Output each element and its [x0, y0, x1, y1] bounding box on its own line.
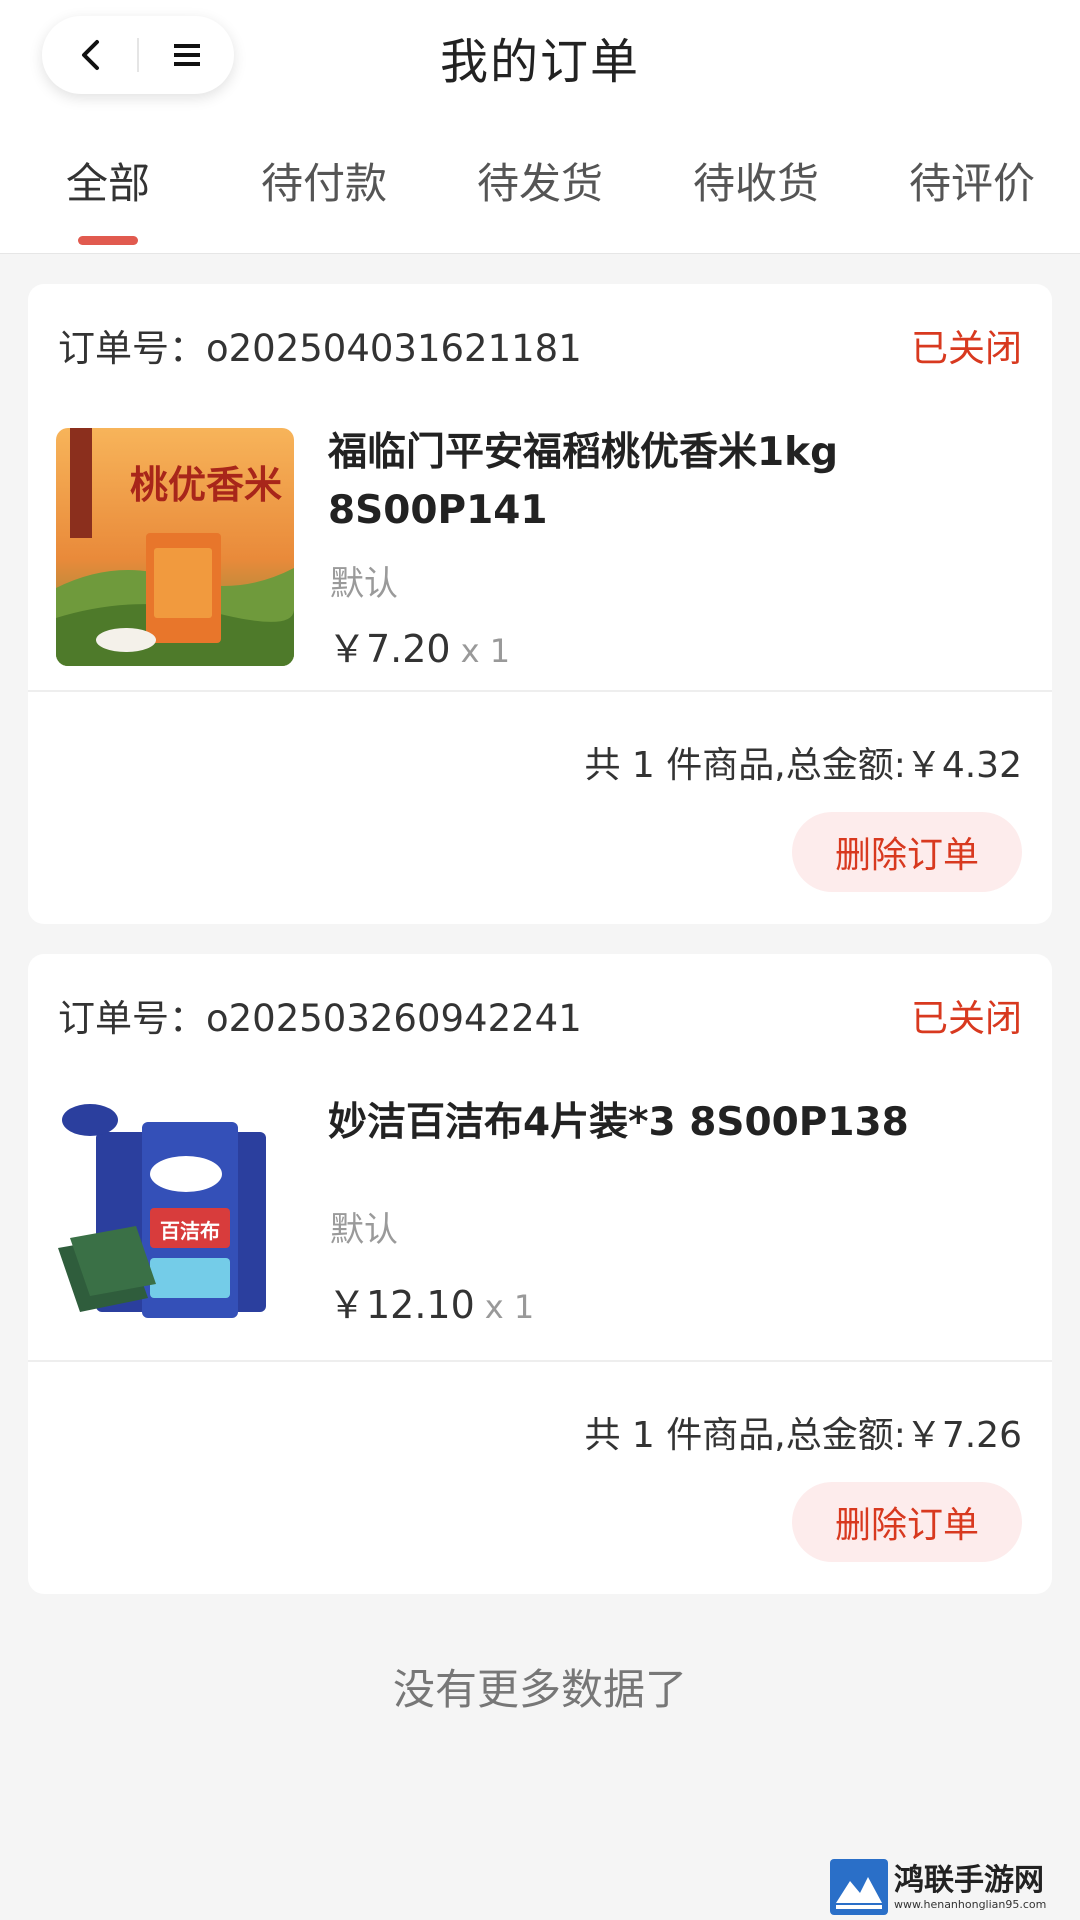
- watermark-text: 鸿联手游网 www.henanhonglian95.com: [894, 1862, 1047, 1911]
- rice-product-image: 桃优香米: [56, 428, 294, 666]
- delete-order-button[interactable]: 删除订单: [792, 812, 1022, 892]
- no-more-data-text: 没有更多数据了: [392, 1665, 687, 1714]
- watermark: 鸿联手游网 www.henanhonglian95.com: [830, 1858, 1074, 1916]
- product-image-text: 百洁布: [160, 1219, 220, 1243]
- product-price-row: ￥12.10 x 1: [328, 1274, 534, 1329]
- product-spec: 默认: [330, 1210, 398, 1250]
- order-tabs: 全部 待付款 待发货 待收货 待评价: [0, 150, 1080, 230]
- product-thumbnail[interactable]: 百洁布: [56, 1098, 294, 1336]
- product-title[interactable]: 福临门平安福稻桃优香米1kg 8S00P141: [328, 424, 1018, 540]
- product-thumbnail[interactable]: 桃优香米: [56, 428, 294, 666]
- order-summary: 共 1 件商品,总金额:￥4.32: [584, 745, 1022, 786]
- product-spec: 默认: [330, 564, 398, 604]
- product-price-row: ￥7.20 x 1: [328, 618, 510, 673]
- tab-pending-shipment[interactable]: 待发货: [440, 150, 640, 211]
- watermark-main: 鸿联手游网: [894, 1862, 1044, 1898]
- order-status: 已关闭: [911, 997, 1022, 1040]
- tab-all[interactable]: 全部: [8, 150, 208, 211]
- order-header: 订单号：o202504031621181 已关闭: [58, 318, 1022, 370]
- card-divider: [28, 1360, 1052, 1362]
- product-price: ￥12.10: [328, 1283, 475, 1327]
- tab-pending-payment[interactable]: 待付款: [224, 150, 424, 211]
- watermark-logo-icon: [830, 1859, 888, 1915]
- top-header: 我的订单 全部 待付款 待发货 待收货 待评价: [0, 0, 1080, 254]
- watermark-url: www.henanhonglian95.com: [894, 1897, 1047, 1911]
- card-divider: [28, 690, 1052, 692]
- order-summary: 共 1 件商品,总金额:￥7.26: [584, 1415, 1022, 1456]
- tab-pending-review[interactable]: 待评价: [872, 150, 1072, 211]
- order-card: 订单号：o202503260942241 已关闭 百洁布 妙洁百洁布4片装*3 …: [28, 954, 1052, 1594]
- active-tab-indicator: [78, 236, 138, 245]
- product-price: ￥7.20: [328, 627, 451, 671]
- tab-pending-receipt[interactable]: 待收货: [656, 150, 856, 211]
- order-status: 已关闭: [911, 327, 1022, 370]
- product-image-text: 桃优香米: [130, 462, 282, 507]
- product-title[interactable]: 妙洁百洁布4片装*3 8S00P138: [328, 1094, 1018, 1152]
- page-title: 我的订单: [439, 34, 640, 90]
- sponge-product-image: 百洁布: [56, 1098, 294, 1336]
- product-quantity: x 1: [484, 1288, 535, 1326]
- order-card: 订单号：o202504031621181 已关闭 桃优香米 福临门平安福稻桃优香…: [28, 284, 1052, 924]
- order-header: 订单号：o202503260942241 已关闭: [58, 988, 1022, 1040]
- order-number: 订单号：o202504031621181: [58, 327, 582, 370]
- product-quantity: x 1: [460, 632, 511, 670]
- delete-order-button[interactable]: 删除订单: [792, 1482, 1022, 1562]
- order-number: 订单号：o202503260942241: [58, 997, 582, 1040]
